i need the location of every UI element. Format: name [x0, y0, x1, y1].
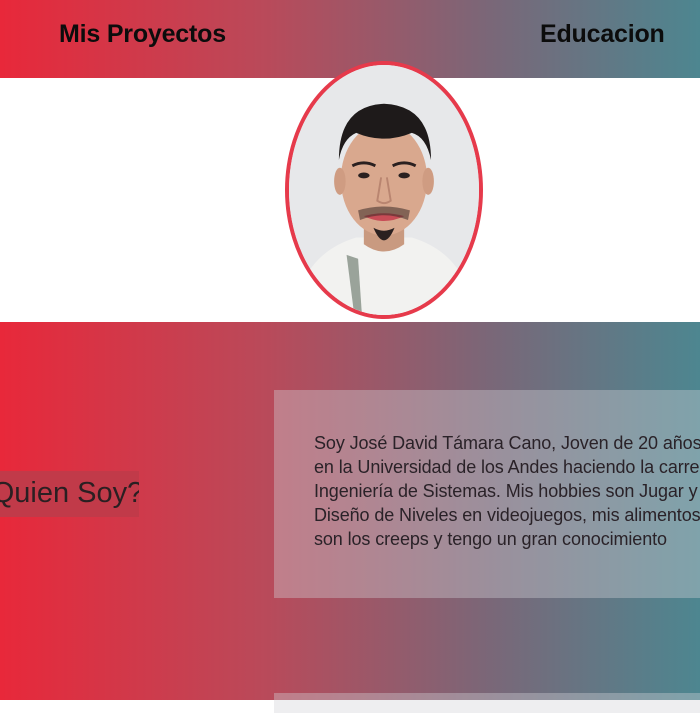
profile-avatar — [285, 61, 483, 319]
about-text-line: Ingeniería de Sistemas. Mis hobbies son … — [314, 481, 700, 501]
about-description: Soy José David Támara Cano, Joven de 20 … — [314, 431, 700, 551]
profile-photo-image — [289, 65, 479, 315]
nav-link-educacion[interactable]: Educacion — [540, 20, 665, 49]
about-heading: ¿Quien Soy? — [0, 471, 139, 517]
about-text-line: en la Universidad de los Andes haciendo … — [314, 457, 700, 477]
about-text-line: Diseño de Niveles en videojuegos, mis al… — [314, 505, 700, 525]
about-description-card: Soy José David Támara Cano, Joven de 20 … — [274, 390, 700, 598]
nav-link-mis-proyectos[interactable]: Mis Proyectos — [59, 20, 226, 49]
about-text-line: son los creeps y tengo un gran conocimie… — [314, 529, 667, 549]
about-text-line: Soy José David Támara Cano, Joven de 20 … — [314, 433, 700, 453]
top-navigation-bar: Mis Proyectos Educacion — [0, 0, 700, 78]
next-section-card — [274, 693, 700, 713]
